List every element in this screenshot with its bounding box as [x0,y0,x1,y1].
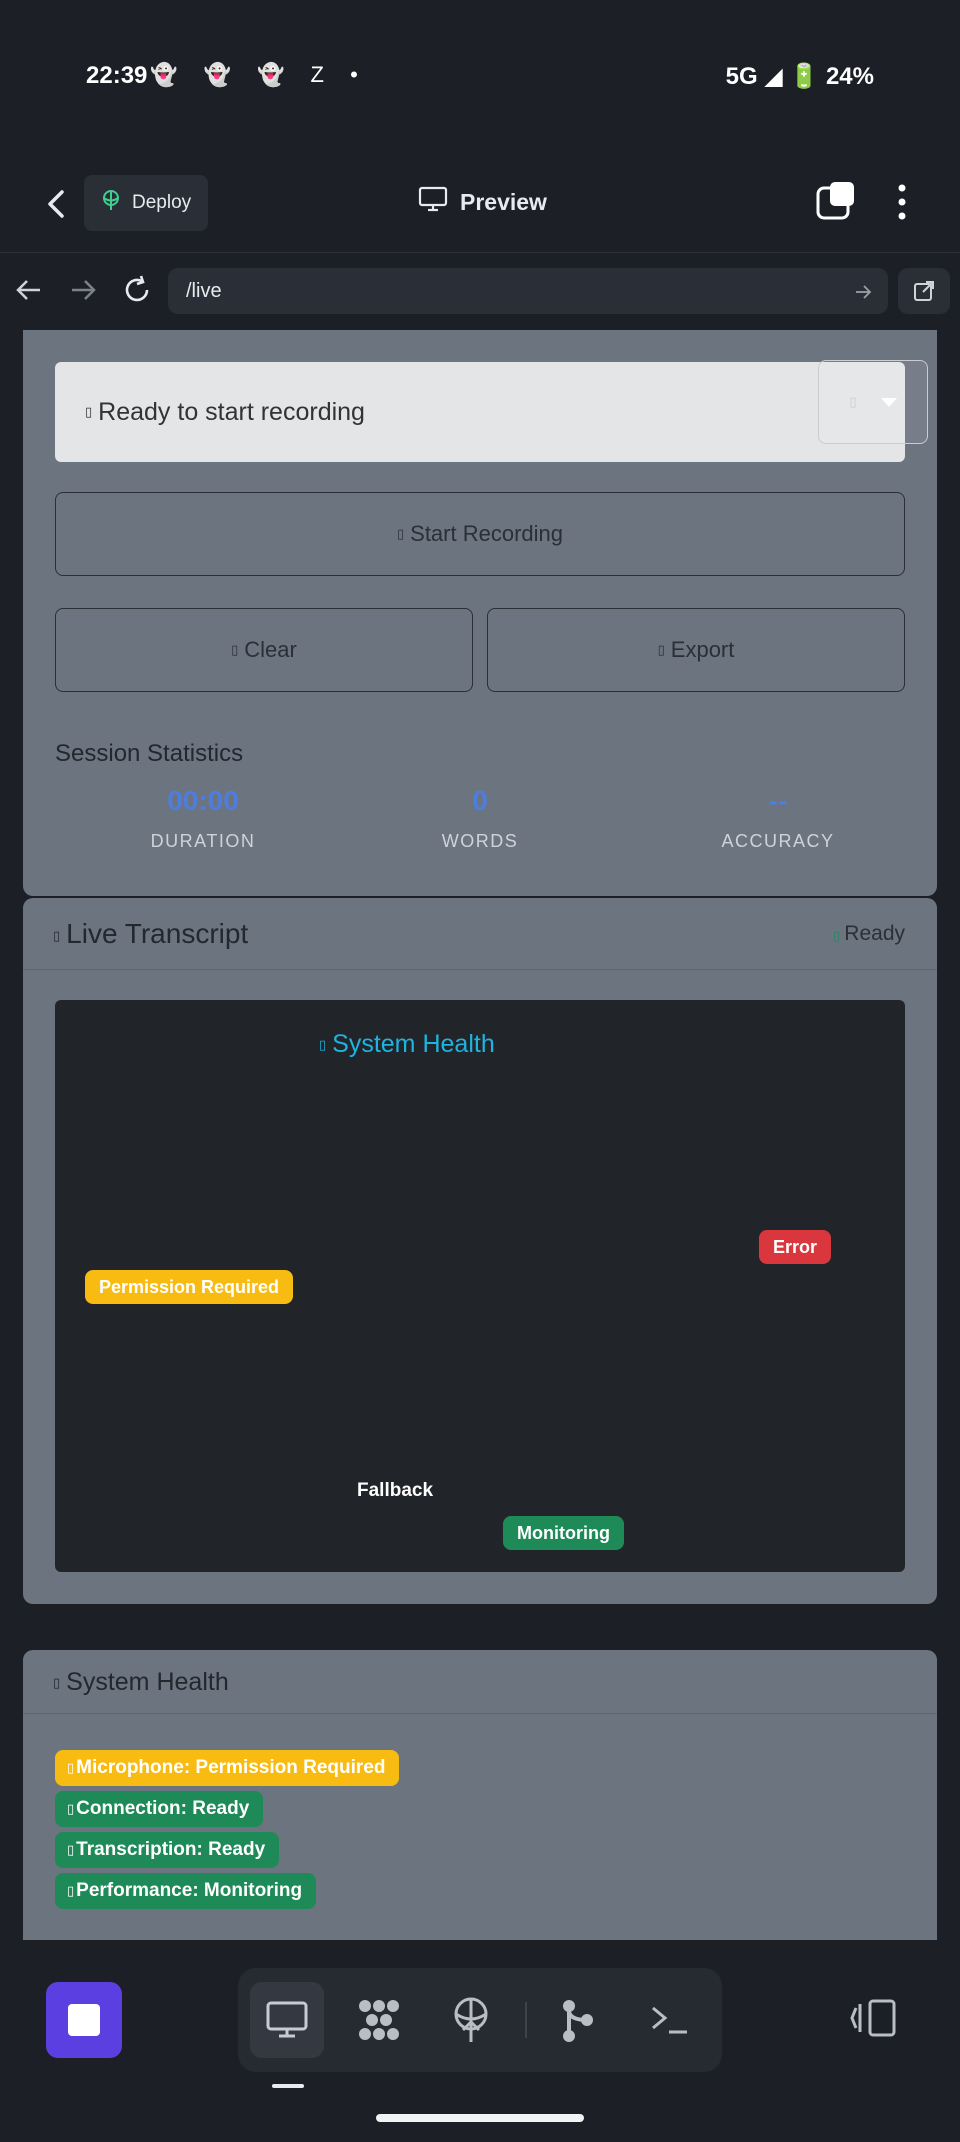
monitoring-badge: Monitoring [503,1516,624,1550]
microphone-icon: ▯ [396,526,405,541]
performance-status-pill: ▯ Performance: Monitoring [55,1873,317,1909]
url-text: /live [186,280,222,302]
heart-icon: ▯ [319,1037,327,1053]
select-icon: ▯ [849,394,857,409]
status-time: 22:39 [86,62,148,89]
browser-back-icon[interactable] [12,273,46,307]
recording-status: ▯ Ready to start recording [55,362,905,462]
monitor-icon [418,186,448,218]
stat-label: WORDS [441,831,519,851]
stat-label: DURATION [150,831,256,851]
pill-label: Connection: Ready [76,1798,250,1820]
recording-status-text: Ready to start recording [98,397,365,426]
stat-value: 0 [472,785,488,816]
system-health-header: ▯ System Health [23,1650,937,1714]
microphone-icon: ▯ [67,1760,75,1775]
live-transcript-header: ▯ Live Transcript ▯ Ready [23,898,937,970]
transcript-icon: ▯ [53,927,61,943]
tool-group [238,1968,722,2072]
status-bar: 22:39 👻 👻 👻 Z • 5G ◢ 🔋 24% [0,0,960,160]
stat-label: ACCURACY [721,831,835,851]
trash-icon: ▯ [231,642,239,657]
notification-icons: 👻 👻 👻 Z • [150,62,368,87]
permission-required-badge: Permission Required [85,1270,294,1304]
stat-words: 0 WORDS [350,785,610,852]
download-icon: ▯ [657,642,665,657]
stat-value: 00:00 [167,785,239,816]
grid-tool-icon[interactable] [342,1982,416,2058]
deploy-label: Deploy [132,192,192,213]
git-branch-tool-icon[interactable] [540,1982,614,2058]
recording-source-select[interactable]: ▯ [818,360,928,444]
live-transcript-title-text: Live Transcript [66,918,249,949]
app-bar: Deploy Preview [0,160,960,250]
transcription-status-pill: ▯ Transcription: Ready [55,1832,280,1868]
stat-duration: 00:00 DURATION [73,785,333,852]
health-panel-title-text: System Health [332,1030,495,1058]
transcript-status-text: Ready [844,922,905,945]
export-label: Export [670,637,735,662]
active-tab-indicator [272,2084,304,2088]
preview-title: Preview [418,186,547,218]
pill-label: Microphone: Permission Required [76,1757,386,1779]
terminal-tool-icon[interactable] [632,1982,706,2058]
browser-bar: /live [0,252,960,330]
stop-button[interactable] [46,1982,122,2058]
chevron-down-icon [880,397,897,407]
stat-accuracy: -- ACCURACY [648,785,908,852]
toolbar-divider [525,2002,527,2038]
pill-label: Performance: Monitoring [76,1880,303,1902]
reload-icon[interactable] [120,273,154,307]
url-input[interactable]: /live [168,268,888,314]
gauge-icon: ▯ [67,1883,75,1898]
recorder-card: ▯ Ready to start recording ▯ ▯ Start Rec… [23,330,937,896]
microphone-status-pill: ▯ Microphone: Permission Required [55,1750,400,1786]
health-icon: ▯ [53,1675,61,1691]
bottom-toolbar [0,1942,960,2142]
status-icon: ▯ [85,404,93,419]
connection-status-pill: ▯ Connection: Ready [55,1791,264,1827]
health-panel-title: ▯ System Health [319,1030,495,1059]
live-transcript-title: ▯ Live Transcript [53,918,248,950]
panel-toggle-icon[interactable] [850,1998,898,2038]
start-recording-label: Start Recording [410,521,563,546]
status-dot-icon: ▯ [833,928,841,943]
fallback-badge: Fallback [357,1480,434,1501]
session-statistics-title: Session Statistics [55,740,244,767]
home-indicator[interactable] [376,2114,584,2122]
more-options-icon[interactable] [890,180,914,224]
open-external-icon[interactable] [898,268,950,314]
stat-value: -- [768,785,788,816]
page-content: ▯ Ready to start recording ▯ ▯ Start Rec… [0,330,960,1942]
pill-label: Transcription: Ready [76,1839,266,1861]
go-arrow-icon[interactable] [854,268,872,314]
stop-icon [68,2004,100,2036]
transcript-status: ▯ Ready [833,922,905,946]
live-transcript-card: ▯ Live Transcript ▯ Ready ▯ System Health P… [23,898,937,1604]
export-button[interactable]: ▯ Export [487,608,905,692]
tabs-icon[interactable] [816,182,854,220]
browser-forward-icon[interactable] [66,273,100,307]
clear-label: Clear [244,637,297,662]
deploy-tool-icon[interactable] [434,1982,508,2058]
preview-label: Preview [460,188,547,215]
transcript-area: ▯ System Health Permission Required Error… [55,1000,905,1572]
deploy-button[interactable]: Deploy [84,175,208,231]
system-health-title: ▯ System Health [53,1668,229,1697]
system-health-card: ▯ System Health ▯ Microphone: Permission R… [23,1650,937,1940]
wifi-icon: ▯ [67,1801,75,1816]
start-recording-button[interactable]: ▯ Start Recording [55,492,905,576]
status-indicators: 5G ◢ 🔋 24% [725,63,874,90]
text-icon: ▯ [67,1842,75,1857]
preview-tool-icon[interactable] [250,1982,324,2058]
deploy-icon [100,189,122,217]
clear-button[interactable]: ▯ Clear [55,608,473,692]
back-icon[interactable] [38,184,74,224]
system-health-title-text: System Health [66,1668,229,1696]
error-badge: Error [759,1230,832,1264]
